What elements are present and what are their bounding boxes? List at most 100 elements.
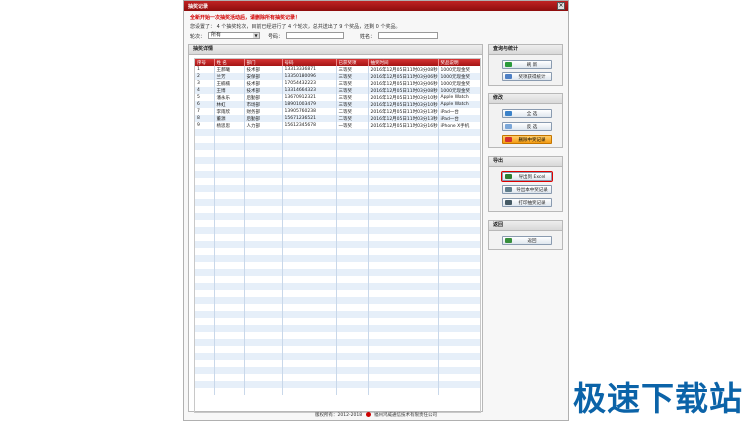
table-cell — [214, 290, 245, 297]
export-text-button[interactable]: 导出本中奖记录 — [502, 185, 552, 194]
table-cell: 9 — [195, 122, 215, 129]
column-header[interactable]: 抽奖时间 — [368, 59, 439, 66]
export-panel-title: 导出 — [489, 157, 562, 167]
column-header[interactable]: 部门 — [244, 59, 283, 66]
table-cell — [244, 311, 283, 318]
table-cell: 二等奖 — [336, 108, 369, 115]
table-row[interactable]: 5 潘永乐 后勤部 13670912321 三等奖 2016年12月05日11时03分10… — [195, 94, 480, 101]
table-cell — [195, 220, 215, 227]
deselect-button[interactable]: 反 选 — [502, 122, 552, 131]
table-row[interactable]: 7 李雨欣 财务部 13905760238 二等奖 2016年12月05日11时03分13… — [195, 108, 480, 115]
table-row[interactable]: 9 杨思思 人力部 15612345678 一等奖 2016年12月05日11时03分16… — [195, 122, 480, 129]
printer-icon — [505, 200, 512, 205]
table-cell — [244, 262, 283, 269]
table-cell — [195, 318, 215, 325]
table-cell: 三等奖 — [336, 80, 369, 87]
table-cell — [336, 150, 369, 157]
table-cell — [438, 290, 480, 297]
table-cell — [195, 283, 215, 290]
table-row[interactable]: 8 董源 后勤部 15671236521 二等奖 2016年12月05日11时03分13秒… — [195, 115, 480, 122]
table-cell — [214, 192, 245, 199]
table-row[interactable]: 2 兰芳 安保部 13350180096 三等奖 2016年12月05日11时03分06秒… — [195, 73, 480, 80]
table-cell — [195, 262, 215, 269]
name-input[interactable] — [378, 32, 438, 39]
prize-stats-button[interactable]: 奖项获得统计 — [502, 72, 552, 81]
table-cell: 三等奖 — [336, 94, 369, 101]
table-cell — [336, 248, 369, 255]
empty-table-row — [195, 213, 480, 220]
export-excel-button[interactable]: 导出到 Excel — [501, 171, 553, 182]
table-cell — [438, 311, 480, 318]
table-cell — [195, 353, 215, 360]
company-logo-icon — [365, 412, 371, 417]
table-cell: 后勤部 — [244, 94, 283, 101]
table-cell — [195, 213, 215, 220]
select-all-button[interactable]: 全 选 — [502, 109, 552, 118]
table-cell — [438, 192, 480, 199]
column-header[interactable]: 奖品说明 — [438, 59, 480, 66]
table-cell: 三等奖 — [336, 87, 369, 94]
table-cell — [282, 297, 337, 304]
table-cell — [336, 360, 369, 367]
chevron-down-icon: ▼ — [253, 33, 259, 38]
table-cell — [282, 269, 337, 276]
table-cell: 王楠楠 — [214, 80, 245, 87]
table-cell — [195, 227, 215, 234]
delete-records-button[interactable]: 删除中奖记录 — [502, 135, 552, 144]
print-records-label: 打印抽奖记录 — [518, 201, 546, 206]
table-cell — [368, 353, 439, 360]
round-select[interactable]: 所有 ▼ — [208, 32, 260, 39]
table-cell — [214, 353, 245, 360]
table-cell — [368, 199, 439, 206]
table-cell — [336, 311, 369, 318]
table-cell — [244, 304, 283, 311]
table-cell — [195, 178, 215, 185]
table-cell — [244, 346, 283, 353]
table-cell: 财务部 — [244, 108, 283, 115]
close-button[interactable]: × — [557, 2, 565, 10]
empty-table-row — [195, 157, 480, 164]
phone-input[interactable] — [286, 32, 344, 39]
table-cell: 1000元现金奖 — [438, 87, 480, 94]
empty-table-row — [195, 171, 480, 178]
table-cell — [282, 171, 337, 178]
table-cell — [368, 171, 439, 178]
table-cell — [438, 136, 480, 143]
table-cell: 技术部 — [244, 66, 283, 73]
table-cell — [195, 241, 215, 248]
table-cell — [195, 234, 215, 241]
table-cell — [195, 171, 215, 178]
details-panel: 抽奖详情 序号姓 名部门 号码 已获奖项 抽奖时间 奖品说明 1 王郝曦 技术部 133133… — [188, 44, 483, 413]
round-select-value: 所有 — [211, 32, 222, 38]
empty-table-row — [195, 339, 480, 346]
table-cell — [336, 220, 369, 227]
table-row[interactable]: 6 林虹 市场部 18901003479 三等奖 2016年12月05日11时03分10秒… — [195, 101, 480, 108]
table-row[interactable]: 3 王楠楠 技术部 17054432223 三等奖 2016年12月05日11时03分06… — [195, 80, 480, 87]
empty-table-row — [195, 248, 480, 255]
table-cell — [336, 332, 369, 339]
table-cell — [336, 234, 369, 241]
table-cell — [282, 178, 337, 185]
table-cell — [282, 332, 337, 339]
column-header[interactable]: 姓 名 — [214, 59, 245, 66]
table-cell: 3 — [195, 80, 215, 87]
table-row[interactable]: 4 王博 技术部 13314664323 三等奖 2016年12月05日11时03分08秒… — [195, 87, 480, 94]
empty-table-row — [195, 353, 480, 360]
table-cell — [336, 325, 369, 332]
column-header[interactable]: 号码 — [282, 59, 337, 66]
empty-table-row — [195, 276, 480, 283]
table-cell — [438, 269, 480, 276]
table-row[interactable]: 1 王郝曦 技术部 13313336871 三等奖 2016年12月05日11时03分08… — [195, 66, 480, 73]
table-cell — [438, 339, 480, 346]
company-name: 福州鸿威通信技术有限责任公司 — [373, 413, 437, 418]
back-button[interactable]: 返回 — [502, 236, 552, 245]
column-header[interactable]: 序号 — [195, 59, 215, 66]
records-table[interactable]: 序号姓 名部门 号码 已获奖项 抽奖时间 奖品说明 1 王郝曦 技术部 13313336871… — [194, 58, 481, 413]
table-cell — [282, 213, 337, 220]
table-cell: 林虹 — [214, 101, 245, 108]
table-cell — [282, 325, 337, 332]
print-records-button[interactable]: 打印抽奖记录 — [502, 198, 552, 207]
column-header[interactable]: 已获奖项 — [336, 59, 369, 66]
table-cell — [336, 269, 369, 276]
refresh-button[interactable]: 刷 新 — [502, 60, 552, 69]
